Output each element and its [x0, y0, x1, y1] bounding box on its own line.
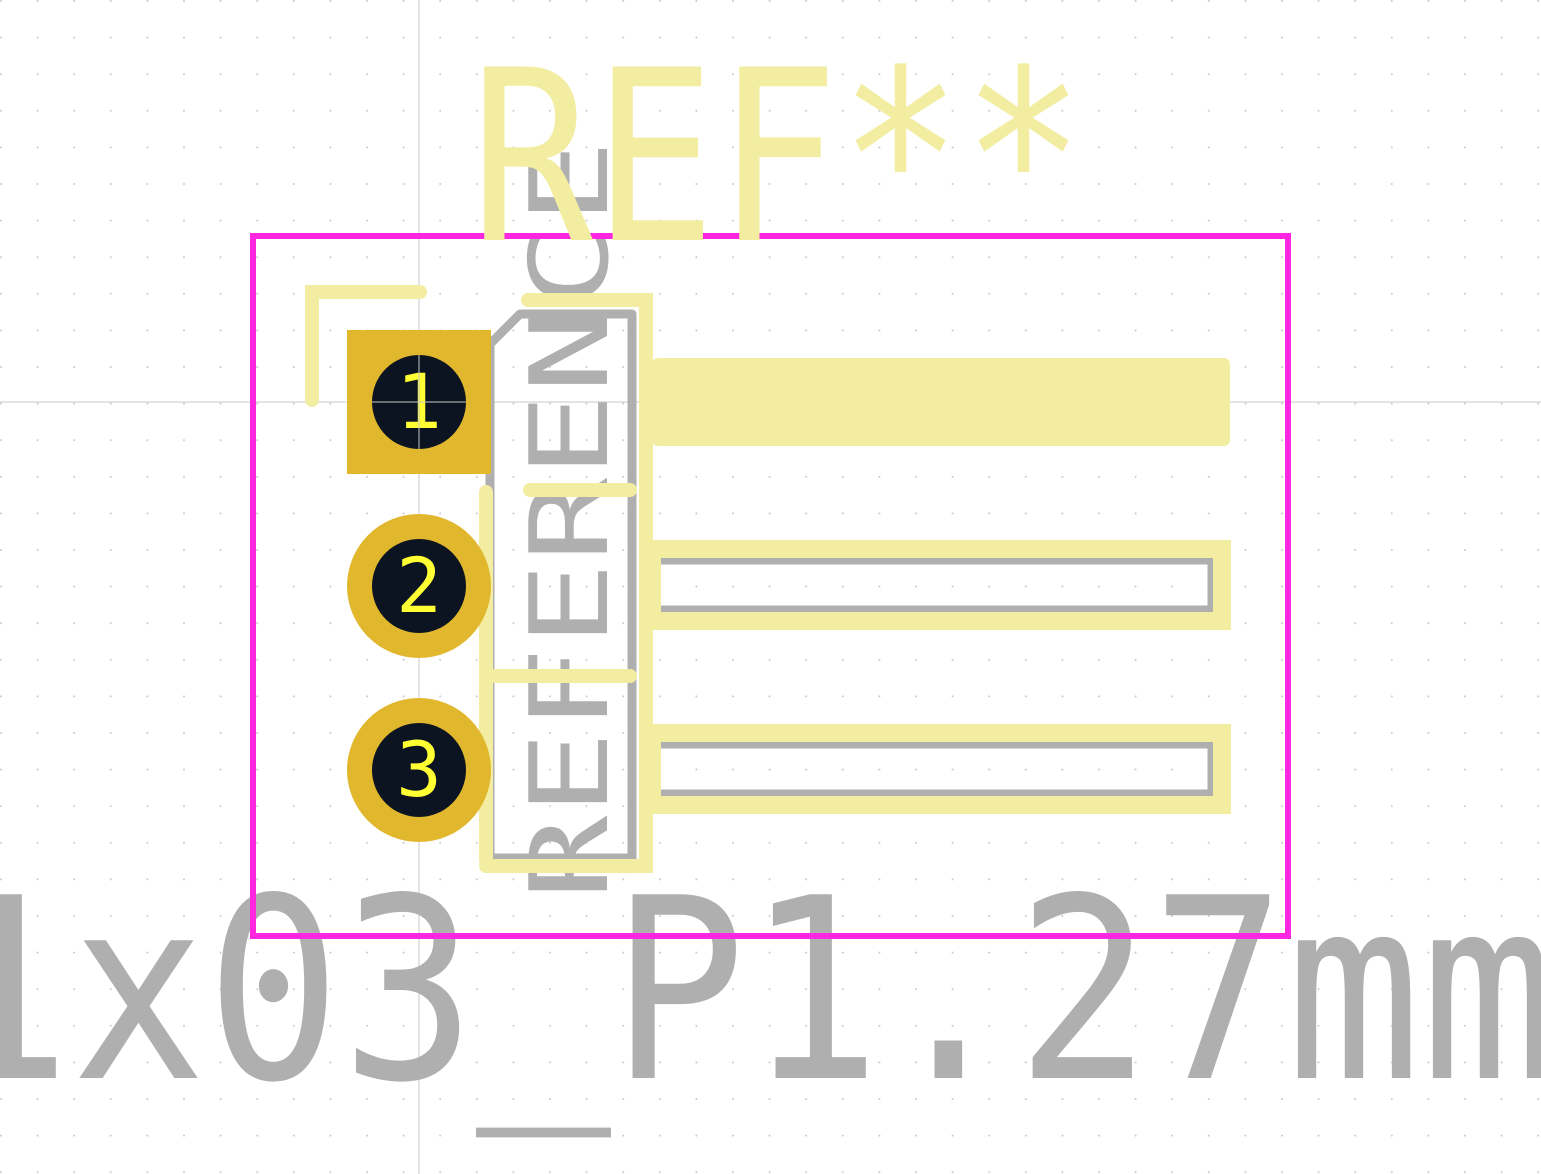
- pad-2[interactable]: 2: [347, 514, 491, 658]
- reference-designator[interactable]: REF**: [470, 20, 1085, 297]
- pad-3-number: 3: [396, 725, 442, 814]
- pcb-footprint-canvas[interactable]: 1x03_P1.27mm REFERENCE REF** 2 3: [0, 0, 1541, 1174]
- pad-3[interactable]: 3: [347, 698, 491, 842]
- pad-2-number: 2: [396, 541, 442, 630]
- value-text: 1x03_P1.27mm: [0, 845, 1541, 1138]
- footprint-drawing: 1x03_P1.27mm REFERENCE REF** 2 3: [0, 0, 1541, 1174]
